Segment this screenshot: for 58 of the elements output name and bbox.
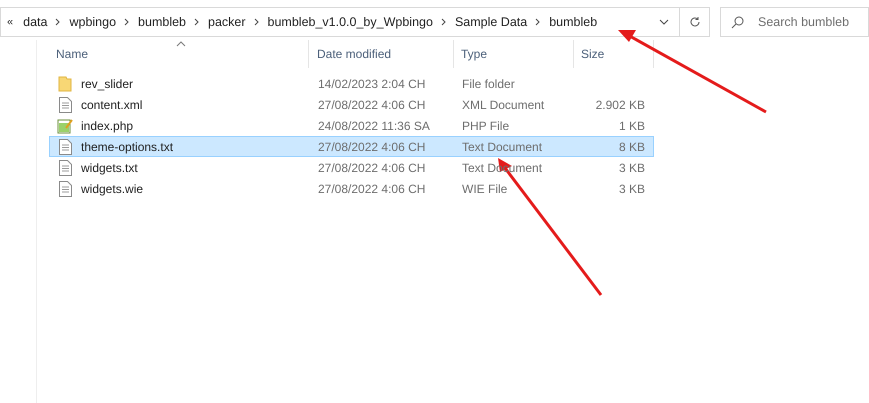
file-size: 3 KB xyxy=(618,182,645,196)
column-header[interactable]: Name xyxy=(37,40,309,68)
file-name: content.xml xyxy=(81,96,142,114)
file-name: widgets.wie xyxy=(81,180,144,198)
document-icon xyxy=(58,96,72,112)
date-modified: 27/08/2022 4:06 CH xyxy=(318,182,426,196)
column-header[interactable]: Type xyxy=(454,40,574,68)
refresh-button[interactable] xyxy=(680,7,710,37)
chevron-right-icon xyxy=(194,18,200,26)
document-icon xyxy=(58,138,72,154)
chevron-right-icon xyxy=(254,18,260,26)
breadcrumb-item[interactable]: bumbleb_v1.0.0_by_Wpbingo xyxy=(268,12,433,32)
file-type: PHP File xyxy=(462,118,510,132)
file-type: File folder xyxy=(462,76,515,90)
breadcrumb-item[interactable]: Sample Data xyxy=(454,12,528,32)
date-modified: 14/02/2023 2:04 CH xyxy=(318,76,426,90)
file-row[interactable]: widgets.wie 27/08/2022 4:06 CH WIE File 3 KB xyxy=(49,178,654,199)
search-field[interactable]: Search bumbleb xyxy=(720,7,869,37)
document-icon xyxy=(58,180,72,196)
file-name: theme-options.txt xyxy=(81,138,174,156)
date-modified: 27/08/2022 4:06 CH xyxy=(318,140,426,154)
sort-up-icon xyxy=(176,41,186,47)
document-icon xyxy=(58,160,72,176)
file-name: index.php xyxy=(81,118,134,134)
overflow-chevron[interactable]: « xyxy=(7,14,14,30)
breadcrumb-item[interactable]: data xyxy=(23,12,48,32)
file-type: WIE File xyxy=(462,182,508,196)
column-header[interactable]: Date modified xyxy=(309,40,454,68)
date-modified: 27/08/2022 4:06 CH xyxy=(318,160,426,174)
chevron-right-icon xyxy=(440,18,447,26)
file-type: XML Document xyxy=(462,98,544,112)
file-name: rev_slider xyxy=(81,76,134,92)
file-type: Text Document xyxy=(462,140,542,154)
chevron-right-icon xyxy=(124,18,130,26)
breadcrumb-item[interactable]: bumbleb xyxy=(138,12,186,32)
refresh-icon xyxy=(688,16,701,28)
file-size: 2.902 KB xyxy=(596,98,645,112)
file-size: 1 KB xyxy=(618,118,645,132)
file-row[interactable]: content.xml 27/08/2022 4:06 CH XML Document 2.902 KB xyxy=(49,94,654,115)
file-row[interactable]: rev_slider 14/02/2023 2:04 CH File folder xyxy=(49,73,654,94)
search-input[interactable]: Search bumbleb xyxy=(758,12,868,32)
file-name: widgets.txt xyxy=(81,160,138,176)
chevron-right-icon xyxy=(55,18,62,26)
search-icon xyxy=(731,16,744,28)
file-size: 3 KB xyxy=(618,160,645,174)
notepad-pencil-icon xyxy=(57,118,73,134)
chevron-down-icon[interactable] xyxy=(659,19,670,25)
folder-icon xyxy=(58,76,72,92)
file-row[interactable]: index.php 24/08/2022 11:36 SA PHP File 1 KB xyxy=(49,115,654,136)
date-modified: 24/08/2022 11:36 SA xyxy=(318,118,430,132)
breadcrumb-item[interactable]: wpbingo xyxy=(69,12,116,32)
breadcrumb-item[interactable]: packer xyxy=(208,12,246,32)
date-modified: 27/08/2022 4:06 CH xyxy=(318,98,426,112)
file-row[interactable]: theme-options.txt 27/08/2022 4:06 CH Text Document 8 KB xyxy=(49,136,654,157)
address-bar[interactable]: « data wpbingo bumbleb packer bumbleb_v1.0.0_by_Wpbingo Sample Data bumbleb xyxy=(0,7,680,37)
file-size: 8 KB xyxy=(618,140,645,154)
breadcrumb-item[interactable]: bumbleb xyxy=(549,12,598,32)
chevron-right-icon xyxy=(535,18,542,26)
